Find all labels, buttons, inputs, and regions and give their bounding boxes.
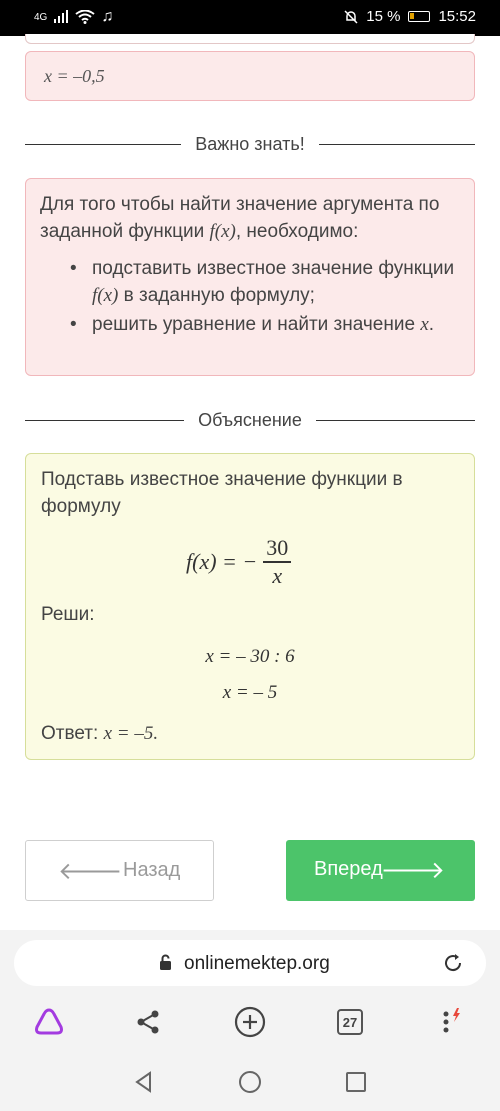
answer-line: Ответ: x = –5.: [41, 723, 158, 745]
battery-icon: [408, 11, 431, 22]
explanation-text: Подставь известное значение функции в фо…: [41, 469, 403, 517]
important-heading: Важно знать!: [195, 133, 305, 154]
mute-icon: [344, 9, 358, 24]
browser-address-area: onlinemektep.org: [0, 930, 500, 1000]
bullet-text-end: в заданную формулу;: [118, 285, 315, 306]
bullet-text: решить уравнение и найти значение: [92, 314, 421, 335]
divider-line-left: [25, 143, 182, 145]
important-intro: Для того чтобы найти значение аргумента …: [40, 191, 460, 245]
music-note-icon: ♫: [101, 8, 114, 25]
recents-nav-icon[interactable]: [344, 1070, 368, 1094]
home-triangle-icon[interactable]: [32, 1005, 66, 1039]
next-button-label: Вперед: [314, 858, 383, 880]
bullet-dot: •: [70, 258, 77, 279]
clock: 15:52: [438, 8, 476, 25]
list-item: • подставить известное значение функции …: [40, 255, 460, 309]
reload-icon[interactable]: [442, 952, 464, 974]
bullet-func: x: [420, 314, 429, 335]
important-card: Для того чтобы найти значение аргумента …: [25, 178, 475, 376]
explanation-divider: Объяснение: [25, 408, 476, 432]
solve-label: Реши:: [41, 604, 95, 625]
answer-value: x = –5.: [103, 723, 159, 744]
home-nav-icon[interactable]: [238, 1070, 262, 1094]
url-text[interactable]: onlinemektep.org: [184, 953, 330, 975]
bullet-text-end: .: [428, 314, 435, 335]
bullet-dot: •: [70, 314, 77, 335]
formula-fraction: 30 x: [263, 535, 292, 589]
solution-step-2: x = – 5: [222, 682, 278, 703]
back-button[interactable]: 🡐 Назад: [25, 840, 214, 901]
bullet-func: f(x): [92, 285, 119, 306]
divider-line-right: [318, 143, 476, 145]
share-icon[interactable]: [131, 1005, 165, 1039]
arrow-left-icon: 🡐: [58, 858, 123, 885]
important-list: • подставить известное значение функции …: [40, 255, 460, 338]
lock-icon[interactable]: [157, 953, 175, 971]
status-right: 15 % 15:52: [344, 8, 476, 25]
status-bar: 4G ♫ 15 % 15:52: [0, 0, 500, 36]
signal-icon: [54, 10, 69, 23]
previous-answer-card: x = –0,5: [25, 51, 475, 101]
status-left: 4G ♫: [34, 8, 113, 26]
fraction-denominator: x: [272, 562, 283, 588]
previous-card-bottom: [25, 34, 475, 44]
explanation-heading: Объяснение: [198, 409, 302, 430]
important-divider: Важно знать!: [25, 132, 476, 156]
browser-toolbar: 27: [0, 993, 500, 1050]
previous-answer: x = –0,5: [44, 66, 105, 86]
divider-line-right: [315, 419, 476, 421]
intro-func: f(x): [209, 221, 236, 242]
system-navigation-bar: [0, 1050, 500, 1111]
battery-percent: 15 %: [366, 8, 401, 25]
menu-dots-icon[interactable]: [433, 1005, 467, 1039]
bullet-text: подставить известное значение функции: [92, 258, 455, 279]
back-nav-icon[interactable]: [132, 1070, 156, 1094]
back-button-label: Назад: [123, 859, 181, 881]
solution-step-1: x = – 30 : 6: [205, 646, 295, 667]
address-bar[interactable]: onlinemektep.org: [14, 940, 486, 986]
tabs-button[interactable]: 27: [333, 1005, 367, 1039]
arrow-right-icon: 🡒: [380, 857, 445, 884]
divider-line-left: [25, 419, 185, 421]
formula-lhs: f(x) = −: [186, 549, 258, 574]
tabs-count: 27: [337, 1009, 363, 1035]
wifi-icon: [75, 10, 95, 24]
network-label: 4G: [34, 11, 48, 23]
next-button[interactable]: Вперед 🡒: [286, 840, 475, 901]
intro-text-end: , необходимо:: [235, 221, 359, 242]
add-tab-icon[interactable]: [233, 1005, 267, 1039]
fraction-numerator: 30: [266, 535, 289, 561]
list-item: • решить уравнение и найти значение x.: [40, 311, 460, 338]
answer-label: Ответ:: [41, 723, 104, 744]
formula: f(x) = − 30 x: [186, 532, 292, 592]
